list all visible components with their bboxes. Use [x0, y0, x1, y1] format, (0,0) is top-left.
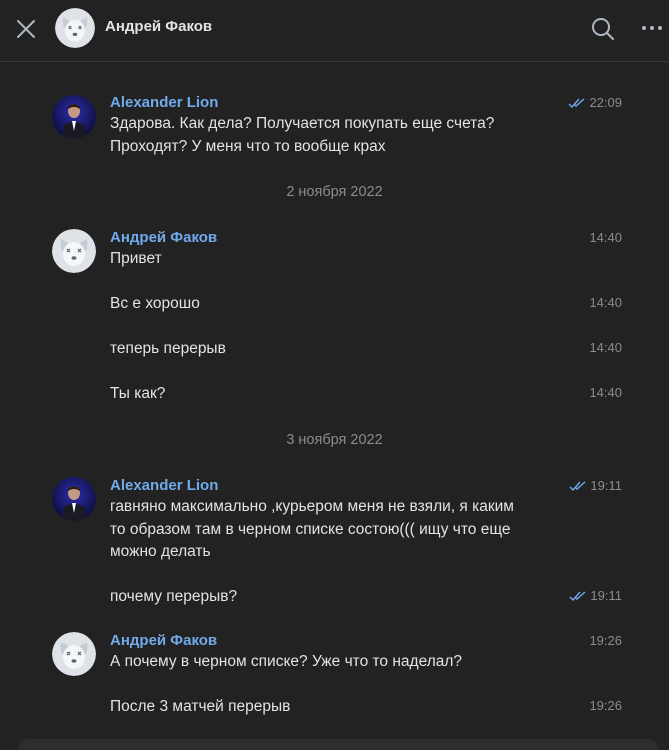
time-label: 22:09	[589, 95, 622, 110]
time-label: 19:26	[589, 698, 622, 713]
message-line: А почему в черном списке? Уже что то над…	[110, 653, 463, 670]
message-author[interactable]: Alexander Lion	[110, 94, 218, 111]
message-author[interactable]: Андрей Факов	[110, 229, 217, 246]
search-button[interactable]	[590, 16, 616, 42]
more-button[interactable]	[640, 18, 664, 38]
deactivated-dog-avatar-icon	[52, 229, 96, 273]
message-text: Ты как?	[110, 383, 550, 406]
avatar-andrey[interactable]	[52, 229, 96, 273]
date-separator: 3 ноября 2022	[286, 432, 383, 448]
message-time: 14:40	[589, 295, 622, 310]
time-label: 19:26	[589, 633, 622, 648]
message-time: 19:11	[569, 478, 622, 493]
person-avatar-icon	[52, 477, 96, 521]
message-line: Здарова. Как дела? Получается покупать е…	[110, 115, 495, 132]
time-label: 19:11	[590, 588, 622, 603]
read-double-check-icon	[568, 97, 585, 108]
message-line: то образом там в черном списке состою(((…	[110, 520, 511, 538]
person-avatar-icon	[52, 95, 96, 139]
message-line: почему перерыв?	[110, 588, 238, 605]
close-button[interactable]	[14, 17, 38, 41]
message-text: После 3 матчей перерыв	[110, 696, 550, 719]
message-text: почему перерыв?	[110, 586, 550, 609]
deactivated-dog-avatar-icon	[52, 632, 96, 676]
read-double-check-icon	[569, 590, 586, 601]
avatar-andrey[interactable]	[52, 632, 96, 676]
message-line: После 3 матчей перерыв	[110, 698, 291, 715]
message-text: Вс е хорошо	[110, 293, 550, 316]
chat-header: Андрей Факов	[0, 0, 669, 62]
message-text: Здарова. Как дела? Получается покупать е…	[110, 113, 550, 158]
message-line: Проходят? У меня что то вообще крах	[110, 137, 386, 155]
time-label: 19:11	[590, 478, 622, 493]
message-author[interactable]: Андрей Факов	[110, 632, 217, 649]
deactivated-dog-avatar-icon	[55, 8, 95, 48]
message-input-bar[interactable]	[18, 739, 658, 750]
more-dots-icon	[642, 26, 662, 30]
message-line: теперь перерыв	[110, 340, 226, 357]
message-time: 19:26	[589, 698, 622, 713]
message-time: 22:09	[568, 95, 622, 110]
time-label: 14:40	[589, 385, 622, 400]
message-line: Ты как?	[110, 385, 166, 402]
message-line: Привет	[110, 250, 162, 267]
message-time: 14:40	[589, 340, 622, 355]
chat-window: Андрей Факов Alexander Lion 22:09 Здаров…	[0, 0, 669, 750]
search-icon	[592, 18, 614, 40]
message-author[interactable]: Alexander Lion	[110, 477, 218, 494]
message-text: А почему в черном списке? Уже что то над…	[110, 651, 550, 674]
message-line: Вс е хорошо	[110, 295, 200, 312]
avatar-alexander[interactable]	[52, 95, 96, 139]
time-label: 14:40	[589, 340, 622, 355]
message-text: теперь перерыв	[110, 338, 550, 361]
header-avatar[interactable]	[55, 8, 95, 48]
message-time: 19:26	[589, 633, 622, 648]
avatar-alexander[interactable]	[52, 477, 96, 521]
date-separator: 2 ноября 2022	[286, 184, 383, 200]
time-label: 14:40	[589, 295, 622, 310]
message-time: 14:40	[589, 230, 622, 245]
chat-title: Андрей Факов	[105, 18, 213, 35]
time-label: 14:40	[589, 230, 622, 245]
message-line: можно делать	[110, 543, 211, 560]
read-double-check-icon	[569, 480, 586, 491]
message-line: гавняно максимально ,курьером меня не вз…	[110, 498, 514, 515]
message-time: 14:40	[589, 385, 622, 400]
message-text: Привет	[110, 248, 550, 271]
close-icon	[17, 20, 35, 38]
message-text: гавняно максимально ,курьером меня не вз…	[110, 496, 550, 564]
message-time: 19:11	[569, 588, 622, 603]
